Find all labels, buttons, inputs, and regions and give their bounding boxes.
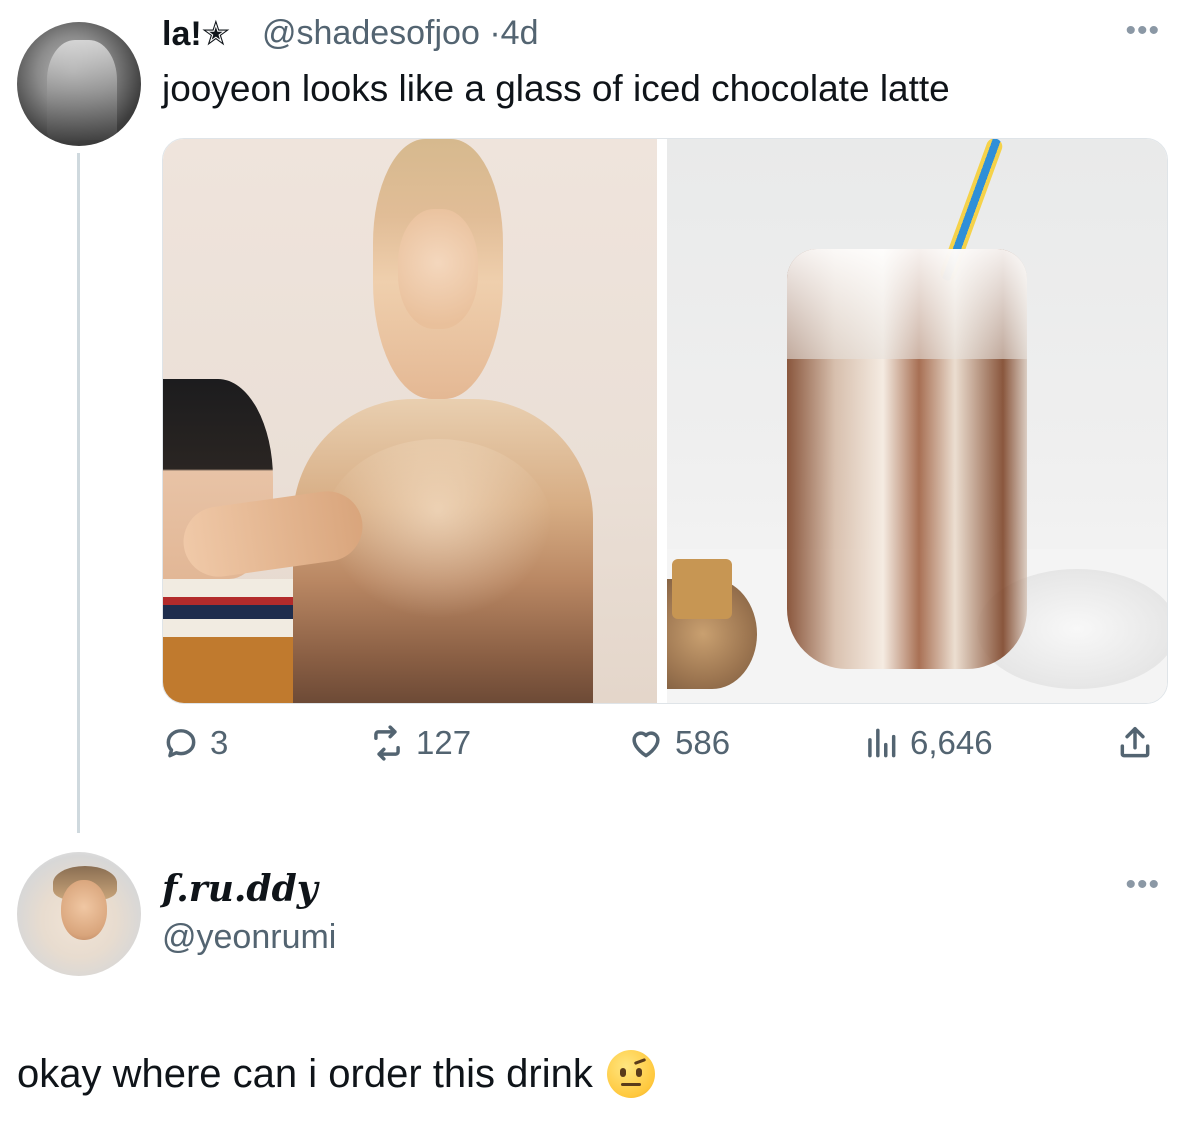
media-grid xyxy=(162,138,1168,704)
reply-text-body: okay where can i order this drink xyxy=(17,1051,593,1096)
like-count: 586 xyxy=(675,724,731,761)
like-button[interactable]: 586 xyxy=(627,724,730,762)
person-head-shape xyxy=(373,139,503,399)
like-icon xyxy=(632,731,660,758)
cake-shape xyxy=(672,559,732,619)
tweet-text: jooyeon looks like a glass of iced choco… xyxy=(162,68,950,109)
reply-button[interactable]: 3 xyxy=(162,724,228,762)
reply-count: 3 xyxy=(210,724,229,761)
emoji-eye-left xyxy=(619,1068,626,1077)
latte-glass-shape xyxy=(787,249,1027,669)
share-icon xyxy=(1120,727,1150,758)
retweet-icon xyxy=(374,725,400,761)
media-image-person[interactable] xyxy=(163,139,657,703)
avatar-figure xyxy=(47,40,117,140)
handle[interactable]: @shadesofjoo xyxy=(262,14,480,52)
action-bar: 3 127 586 6,646 xyxy=(162,724,1166,774)
emoji-eye-right xyxy=(635,1068,642,1077)
views-count: 6,646 xyxy=(910,724,993,761)
display-name[interactable]: la!✭ xyxy=(162,14,230,54)
retweet-count: 127 xyxy=(416,724,472,761)
more-options-icon[interactable]: ••• xyxy=(1125,868,1160,902)
avatar[interactable] xyxy=(17,22,141,146)
tweet-meta: @shadesofjoo ·4d xyxy=(262,14,539,53)
emoji-mouth xyxy=(620,1083,641,1086)
views-icon xyxy=(868,728,896,758)
reply-icon xyxy=(166,729,196,758)
emoji-brow xyxy=(633,1058,646,1065)
avatar-face xyxy=(61,880,107,940)
share-button[interactable] xyxy=(1116,724,1154,762)
views-button[interactable]: 6,646 xyxy=(862,724,993,762)
timestamp[interactable]: 4d xyxy=(501,14,539,52)
display-name[interactable]: f.ru.ddy xyxy=(162,868,318,910)
media-image-latte[interactable] xyxy=(667,139,1167,703)
handle[interactable]: @yeonrumi xyxy=(162,918,336,957)
meta-separator: · xyxy=(489,14,501,52)
raised-eyebrow-emoji-icon xyxy=(606,1050,655,1098)
reply-text: okay where can i order this drink xyxy=(17,1050,655,1098)
thread-line xyxy=(77,153,80,833)
retweet-button[interactable]: 127 xyxy=(368,724,471,762)
more-options-icon[interactable]: ••• xyxy=(1125,14,1160,48)
avatar[interactable] xyxy=(17,852,141,976)
